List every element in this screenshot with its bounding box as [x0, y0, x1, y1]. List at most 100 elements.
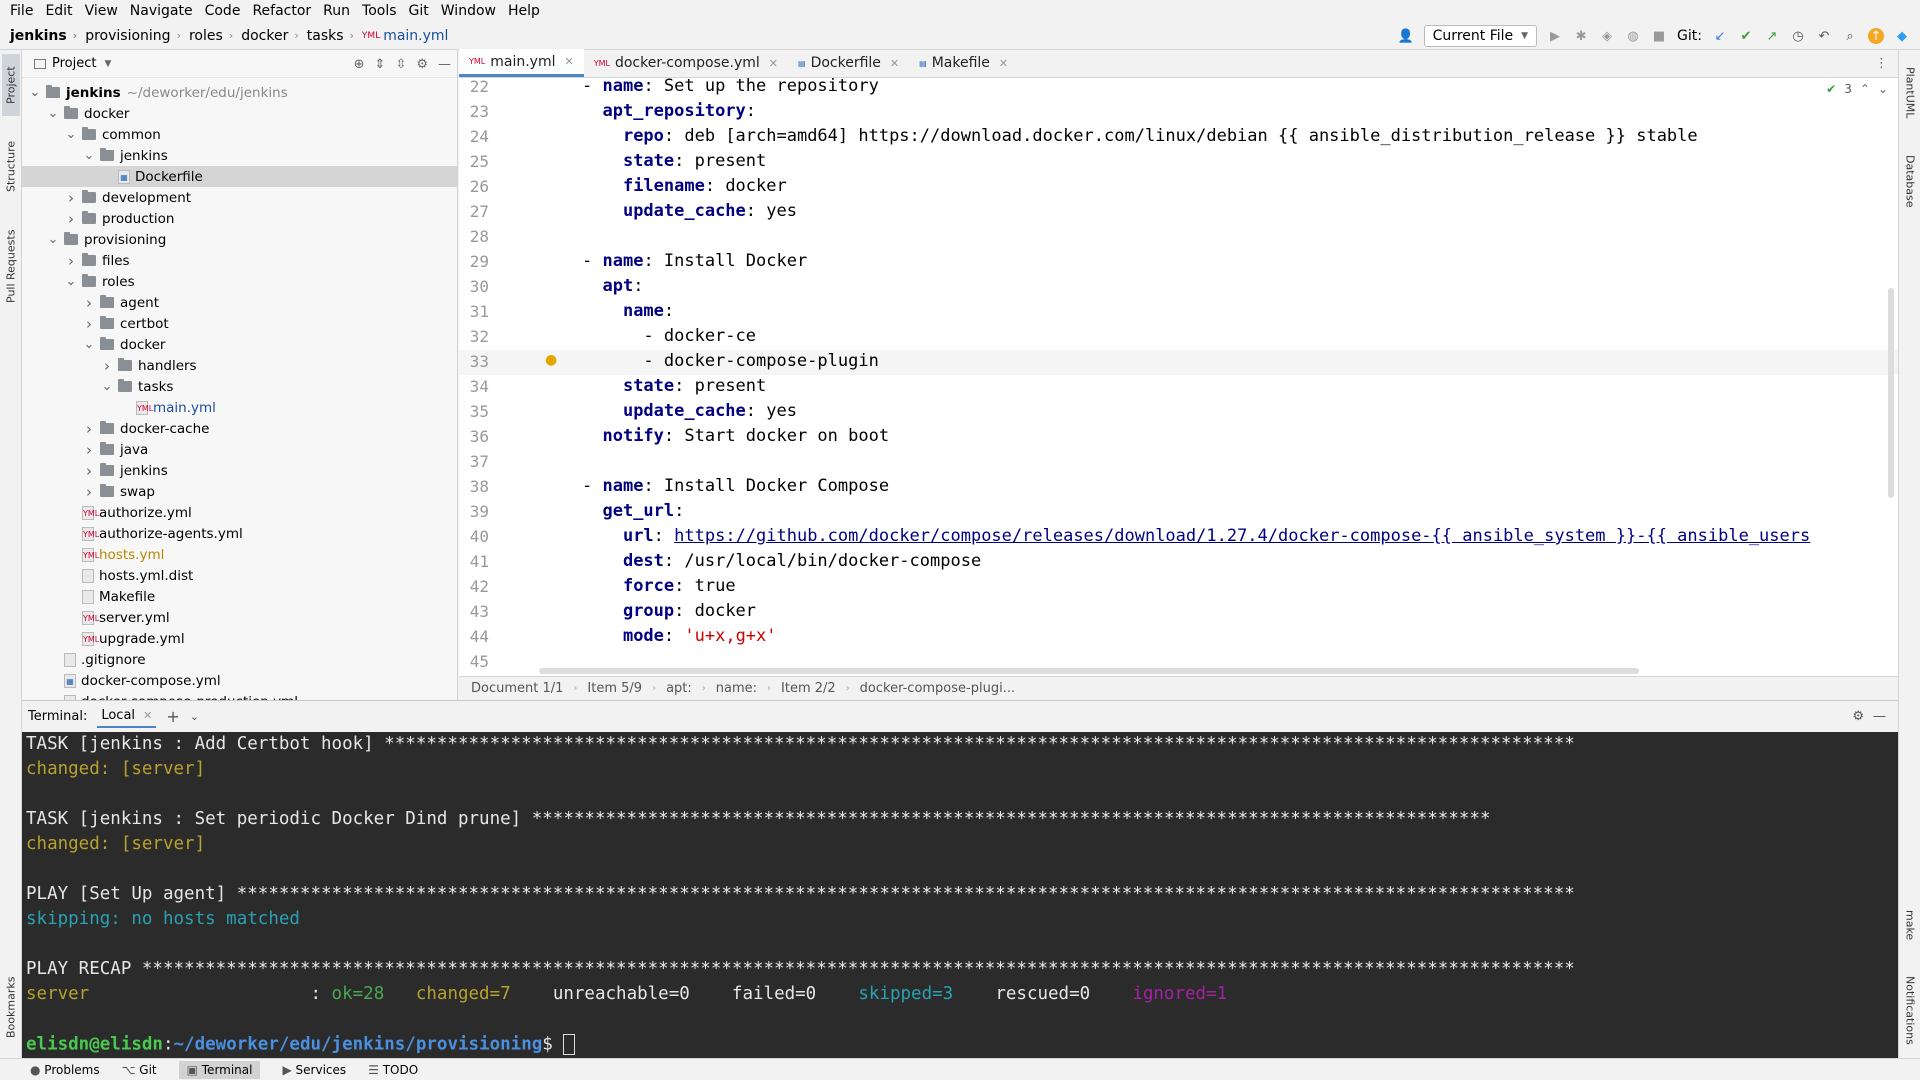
lightbulb-icon[interactable]: ●	[545, 352, 557, 368]
chevron-right-icon[interactable]: ›	[82, 462, 96, 480]
chevron-right-icon[interactable]: ›	[64, 189, 78, 207]
chevron-down-icon[interactable]: ⌄	[190, 710, 199, 723]
tree-item[interactable]: YML upgrade.yml	[22, 628, 457, 649]
chevron-down-icon[interactable]: ⌄	[46, 232, 60, 247]
editor-tab[interactable]: YML main.yml ✕	[459, 49, 584, 77]
breadcrumb-item[interactable]: YML main.yml	[354, 28, 449, 44]
tree-item[interactable]: YML main.yml	[22, 397, 457, 418]
tree-item[interactable]: › docker-cache	[22, 418, 457, 439]
chevron-down-icon[interactable]: ⌄	[82, 148, 96, 163]
chevron-right-icon[interactable]: ›	[82, 315, 96, 333]
vertical-scrollbar[interactable]	[1888, 288, 1894, 498]
close-icon[interactable]: ✕	[769, 57, 778, 70]
chevron-up-icon[interactable]: ⌃	[1860, 82, 1870, 96]
tree-item[interactable]: › certbot	[22, 313, 457, 334]
tree-item[interactable]: ⌄ provisioning	[22, 229, 457, 250]
tree-item[interactable]: ⌄ roles	[22, 271, 457, 292]
menu-item-help[interactable]: Help	[502, 3, 546, 19]
chevron-right-icon[interactable]: ›	[82, 483, 96, 501]
tree-item[interactable]: › jenkins	[22, 460, 457, 481]
git-commit-icon[interactable]: ✔	[1738, 28, 1754, 44]
tree-item[interactable]: ▦ docker-compose.yml	[22, 670, 457, 691]
run-icon[interactable]: ▶	[1547, 28, 1563, 44]
breadcrumb-item[interactable]: provisioning ›	[77, 28, 181, 44]
tree-item[interactable]: › development	[22, 187, 457, 208]
breadcrumb-item[interactable]: jenkins ›	[0, 28, 77, 44]
tree-item[interactable]: ⌄ jenkins	[22, 145, 457, 166]
tree-item[interactable]: Makefile	[22, 586, 457, 607]
add-icon[interactable]: +	[166, 707, 179, 726]
hide-icon[interactable]: —	[438, 57, 451, 72]
notifications-tool-tab[interactable]: Notifications	[1901, 968, 1919, 1052]
menu-item-code[interactable]: Code	[199, 3, 247, 19]
close-icon[interactable]: ✕	[890, 57, 899, 70]
tree-item[interactable]: YML authorize-agents.yml	[22, 523, 457, 544]
run-config-select[interactable]: Current File ▼	[1423, 25, 1538, 47]
breadcrumb-item[interactable]: Item 5/9	[587, 681, 642, 696]
history-icon[interactable]: ◷	[1790, 28, 1806, 44]
breadcrumb-item[interactable]: Document 1/1	[471, 681, 563, 696]
chevron-down-icon[interactable]: ⌄	[82, 337, 96, 352]
chevron-right-icon[interactable]: ›	[82, 441, 96, 459]
tree-item[interactable]: ▦ Dockerfile	[22, 166, 457, 187]
tree-item[interactable]: › files	[22, 250, 457, 271]
plantuml-tool-tab[interactable]: PlantUML	[1901, 58, 1919, 128]
chevron-down-icon[interactable]: ⌄	[46, 106, 60, 121]
collapse-all-icon[interactable]: ⇳	[395, 57, 406, 72]
close-icon[interactable]: ✕	[999, 57, 1008, 70]
tree-item[interactable]: YML hosts.yml	[22, 544, 457, 565]
locate-icon[interactable]: ⊕	[354, 57, 365, 72]
chevron-down-icon[interactable]: ⌄	[64, 127, 78, 142]
editor-tab[interactable]: ▤ Makefile ✕	[909, 49, 1018, 77]
tree-item[interactable]: ⌄ docker	[22, 334, 457, 355]
database-tool-tab[interactable]: Database	[1901, 146, 1919, 216]
update-icon[interactable]: ↑	[1868, 28, 1884, 44]
terminal-output[interactable]: TASK [jenkins : Add Certbot hook] ******…	[22, 732, 1898, 1058]
menu-item-refactor[interactable]: Refactor	[246, 3, 317, 19]
horizontal-scrollbar[interactable]	[539, 668, 1639, 674]
debug-icon[interactable]: ✱	[1573, 28, 1589, 44]
make-tool-tab[interactable]: make	[1901, 900, 1919, 950]
editor-tab[interactable]: ▤ Dockerfile ✕	[788, 49, 909, 77]
tree-item[interactable]: ⌄ docker	[22, 103, 457, 124]
menu-item-run[interactable]: Run	[317, 3, 356, 19]
menu-item-navigate[interactable]: Navigate	[124, 3, 199, 19]
tree-item[interactable]: hosts.yml.dist	[22, 565, 457, 586]
breadcrumb-item[interactable]: roles ›	[181, 28, 233, 44]
bookmarks-tool-tab[interactable]: Bookmarks	[2, 970, 20, 1044]
project-tool-tab[interactable]: Project	[2, 54, 20, 116]
chevron-right-icon[interactable]: ›	[82, 294, 96, 312]
breadcrumb-item[interactable]: docker-compose-plugi...	[860, 681, 1015, 696]
tool-window-git[interactable]: ⌥ Git	[122, 1063, 157, 1077]
chevron-right-icon[interactable]: ›	[100, 357, 114, 375]
breadcrumb-item[interactable]: name:	[716, 681, 757, 696]
tree-item[interactable]: YML server.yml	[22, 607, 457, 628]
more-tabs-icon[interactable]: ⋮	[1875, 56, 1888, 71]
rollback-icon[interactable]: ↶	[1816, 28, 1832, 44]
chevron-right-icon[interactable]: ›	[64, 210, 78, 228]
project-panel-title[interactable]: Project	[52, 56, 96, 71]
tree-item[interactable]: › agent	[22, 292, 457, 313]
chevron-down-icon[interactable]: ▼	[104, 59, 111, 69]
close-icon[interactable]: ✕	[565, 55, 574, 68]
tree-item[interactable]: .gitignore	[22, 649, 457, 670]
pull-requests-tool-tab[interactable]: Pull Requests	[2, 218, 20, 314]
git-update-icon[interactable]: ↙	[1712, 28, 1728, 44]
breadcrumb-item[interactable]: apt:	[666, 681, 692, 696]
gear-icon[interactable]: ⚙	[1852, 709, 1864, 724]
code-editor[interactable]: 22 - name: Set up the repository 23 apt_re…	[459, 78, 1898, 676]
tree-item[interactable]: YML authorize.yml	[22, 502, 457, 523]
chevron-down-icon[interactable]: ⌄	[28, 85, 42, 100]
inspection-widget[interactable]: ✔ 3 ⌃ ⌄	[1826, 82, 1888, 96]
tool-window-services[interactable]: ▶ Services	[282, 1063, 346, 1077]
user-icon[interactable]: 👤	[1398, 28, 1414, 44]
tree-item[interactable]: ⌄ common	[22, 124, 457, 145]
tree-item[interactable]: ⌄ jenkins ~/deworker/edu/jenkins	[22, 82, 457, 103]
chevron-right-icon[interactable]: ›	[82, 420, 96, 438]
tool-window-terminal[interactable]: ▣ Terminal	[178, 1060, 261, 1079]
chevron-down-icon[interactable]: ⌄	[100, 379, 114, 394]
git-push-icon[interactable]: ↗	[1764, 28, 1780, 44]
breadcrumb-item[interactable]: tasks ›	[299, 28, 354, 44]
menu-item-edit[interactable]: Edit	[39, 3, 78, 19]
tree-item[interactable]: › handlers	[22, 355, 457, 376]
